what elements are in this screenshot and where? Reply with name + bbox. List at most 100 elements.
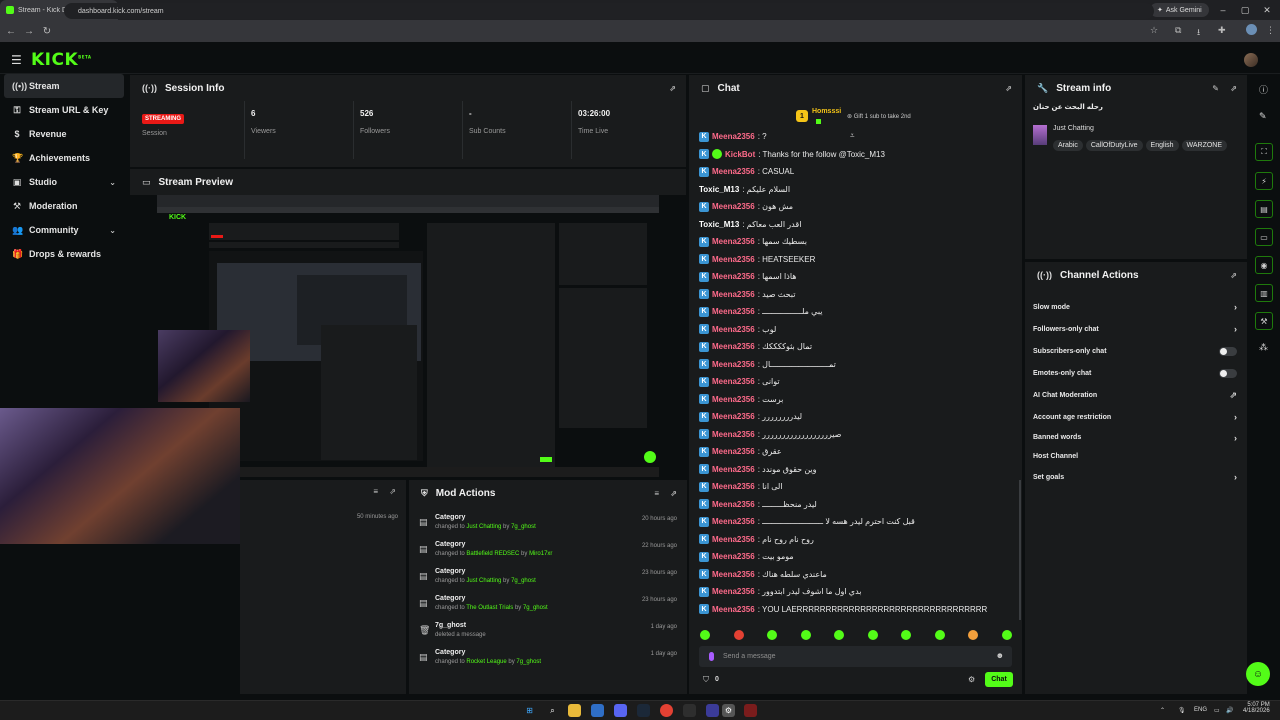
chevron-right-icon[interactable]: › bbox=[1234, 412, 1237, 422]
chat-username[interactable]: Meena2356 bbox=[712, 132, 755, 141]
chat-username[interactable]: Meena2356 bbox=[712, 237, 755, 246]
app-icon[interactable] bbox=[683, 704, 696, 717]
popout-icon[interactable]: ⇗ bbox=[669, 84, 676, 93]
pinned-username[interactable]: Homsssi bbox=[812, 108, 841, 115]
chat-username[interactable]: Toxic_M13 bbox=[699, 220, 739, 229]
steam-icon[interactable] bbox=[637, 704, 650, 717]
chat-message[interactable]: K Meena2356: يبي ملـــــــــــــــــ bbox=[689, 303, 1019, 321]
sidebar-item[interactable]: 👥 Community ⌄ bbox=[0, 218, 128, 242]
chat-message[interactable]: K Meena2356: صيرررررررررررررررررر bbox=[689, 426, 1019, 444]
chat-username[interactable]: Meena2356 bbox=[712, 377, 755, 386]
popout-icon[interactable]: ⇗ bbox=[1230, 271, 1237, 280]
sidebar-item[interactable]: ⚿ Stream URL & Key bbox=[0, 98, 128, 122]
chrome-icon[interactable] bbox=[660, 704, 673, 717]
chat-username[interactable]: Meena2356 bbox=[712, 552, 755, 561]
stream-tag[interactable]: English bbox=[1145, 140, 1179, 151]
channel-action-item[interactable]: Followers-only chat › bbox=[1025, 318, 1247, 340]
chat-message[interactable]: K Meena2356: تمـــــــــــــــــــــــــا… bbox=[689, 356, 1019, 374]
chat-message[interactable]: K Meena2356: HEATSEEKER bbox=[689, 251, 1019, 269]
bookmark-star-icon[interactable]: ☆ bbox=[1150, 25, 1158, 36]
popout-icon[interactable]: ⇗ bbox=[670, 489, 677, 498]
info-icon[interactable]: ⓘ bbox=[1259, 83, 1268, 96]
toggle-switch[interactable] bbox=[1219, 368, 1237, 378]
address-bar[interactable]: dashboard.kick.com/stream bbox=[64, 3, 1154, 19]
user-avatar[interactable] bbox=[1244, 53, 1258, 67]
language-indicator[interactable]: ENG bbox=[1194, 707, 1207, 713]
chevron-right-icon[interactable]: › bbox=[1234, 472, 1237, 482]
mod-action-user[interactable]: 7g_ghost bbox=[523, 605, 548, 611]
downloads-icon[interactable]: ⭳ bbox=[1197, 25, 1200, 41]
mod-action-user[interactable]: 7g_ghost bbox=[511, 524, 536, 530]
channel-action-item[interactable]: AI Chat Moderation ⇗ bbox=[1025, 384, 1247, 406]
network-icon[interactable]: ▭ bbox=[1214, 707, 1220, 714]
chat-username[interactable]: Meena2356 bbox=[712, 167, 755, 176]
chat-username[interactable]: Meena2356 bbox=[712, 447, 755, 456]
chat-message[interactable]: K Meena2356: عقرق bbox=[689, 443, 1019, 461]
chat-message[interactable]: K Meena2356: هاذا اسمها bbox=[689, 268, 1019, 286]
app-icon-2[interactable] bbox=[744, 704, 757, 717]
chevron-down-icon[interactable]: ⌄ bbox=[109, 226, 116, 235]
apps-icon[interactable]: ⁂ bbox=[1259, 342, 1268, 353]
mod-action-item[interactable]: 🗑 7g_ghost deleted a message 1 day ago bbox=[409, 618, 687, 645]
settings-icon[interactable]: ⚙ bbox=[722, 704, 735, 717]
chat-message[interactable]: K Meena2356: قبل كنت احترم ليدر هسه لا ــ… bbox=[689, 513, 1019, 531]
kick-logo[interactable]: KICKBETA bbox=[31, 50, 91, 70]
edit-pencil-icon[interactable]: ✎ bbox=[1212, 84, 1219, 93]
channel-action-item[interactable]: Subscribers-only chat bbox=[1025, 340, 1247, 362]
emote-icon[interactable] bbox=[700, 630, 710, 640]
chat-username[interactable]: Meena2356 bbox=[712, 500, 755, 509]
forward-icon[interactable]: → bbox=[22, 26, 36, 37]
lightning-icon[interactable]: ⚡ bbox=[1255, 172, 1273, 190]
filter-icon[interactable]: ≡ bbox=[654, 489, 659, 498]
layout-icon[interactable]: ▥ bbox=[1255, 284, 1273, 302]
chat-username[interactable]: Meena2356 bbox=[712, 535, 755, 544]
chat-username[interactable]: Meena2356 bbox=[712, 290, 755, 299]
chat-message[interactable]: K Meena2356: بدي اول ما اشوف ليدر ابتدوور bbox=[689, 583, 1019, 601]
mod-action-item[interactable]: ▤ Category changed to Just Chatting by 7g_… bbox=[409, 564, 687, 591]
hamburger-menu-icon[interactable]: ☰ bbox=[11, 53, 22, 67]
puzzle-icon[interactable]: ✚ bbox=[1218, 25, 1226, 36]
extensions-icon[interactable]: ⧉ bbox=[1175, 25, 1181, 36]
emote-icon[interactable] bbox=[733, 630, 744, 640]
menu-dots-icon[interactable]: ⋮ bbox=[1266, 25, 1275, 36]
chat-username[interactable]: Meena2356 bbox=[712, 430, 755, 439]
chat-message[interactable]: K Meena2356: مش هون bbox=[689, 198, 1019, 216]
mod-action-item[interactable]: ▤ Category changed to Just Chatting by 7g_… bbox=[409, 510, 687, 537]
filter-icon[interactable]: ≡ bbox=[373, 487, 378, 496]
mod-action-target[interactable]: Rocket League bbox=[466, 659, 506, 665]
chat-username[interactable]: Meena2356 bbox=[712, 587, 755, 596]
sidebar-item[interactable]: $ Revenue bbox=[0, 122, 128, 146]
close-window-button[interactable]: ✕ bbox=[1256, 0, 1278, 20]
send-chat-button[interactable]: Chat bbox=[985, 672, 1013, 687]
clock[interactable]: 5:07 PM 4/18/2026 bbox=[1243, 702, 1270, 714]
chat-username[interactable]: Meena2356 bbox=[712, 395, 755, 404]
minimize-button[interactable]: – bbox=[1212, 0, 1234, 20]
mod-action-item[interactable]: ▤ Category changed to The Outlast Trials b… bbox=[409, 591, 687, 618]
chat-message[interactable]: K Meena2356: توانی bbox=[689, 373, 1019, 391]
chat-message[interactable]: K Meena2356: وين حقوق موندد bbox=[689, 461, 1019, 479]
chat-username[interactable]: Meena2356 bbox=[712, 482, 755, 491]
chat-icon[interactable]: ▭ bbox=[1255, 228, 1273, 246]
chevron-right-icon[interactable]: › bbox=[1234, 302, 1237, 312]
chevron-down-icon[interactable]: ⌄ bbox=[109, 178, 116, 187]
document-icon[interactable]: ▤ bbox=[1255, 200, 1273, 218]
windows-start-icon[interactable]: ⊞ bbox=[523, 704, 536, 717]
mod-action-target[interactable]: Battlefield REDSEC bbox=[466, 551, 519, 557]
back-icon[interactable]: ← bbox=[4, 26, 18, 37]
external-link-icon[interactable]: ⇗ bbox=[1229, 390, 1237, 401]
stream-tag[interactable]: CallOfDutyLive bbox=[1085, 140, 1143, 151]
chat-message[interactable]: Toxic_M13: اقدر العب معاكم bbox=[689, 216, 1019, 234]
chat-username[interactable]: Meena2356 bbox=[712, 342, 755, 351]
chat-username[interactable]: Meena2356 bbox=[712, 307, 755, 316]
channel-action-item[interactable]: Account age restriction › bbox=[1025, 406, 1247, 428]
emote-icon[interactable] bbox=[901, 630, 912, 640]
tray-chevron-icon[interactable]: ⌃ bbox=[1160, 707, 1165, 714]
emote-icon[interactable] bbox=[1001, 630, 1012, 640]
microphone-icon[interactable] bbox=[709, 652, 714, 661]
chat-username[interactable]: Meena2356 bbox=[712, 412, 755, 421]
chat-message[interactable]: K Meena2356: ماعندي سلطه هناك bbox=[689, 566, 1019, 584]
emote-icon[interactable] bbox=[834, 630, 845, 640]
sidebar-item[interactable]: ((•)) Stream bbox=[4, 74, 124, 98]
toggle-switch[interactable] bbox=[1219, 346, 1237, 356]
maximize-button[interactable]: ▢ bbox=[1234, 0, 1256, 20]
